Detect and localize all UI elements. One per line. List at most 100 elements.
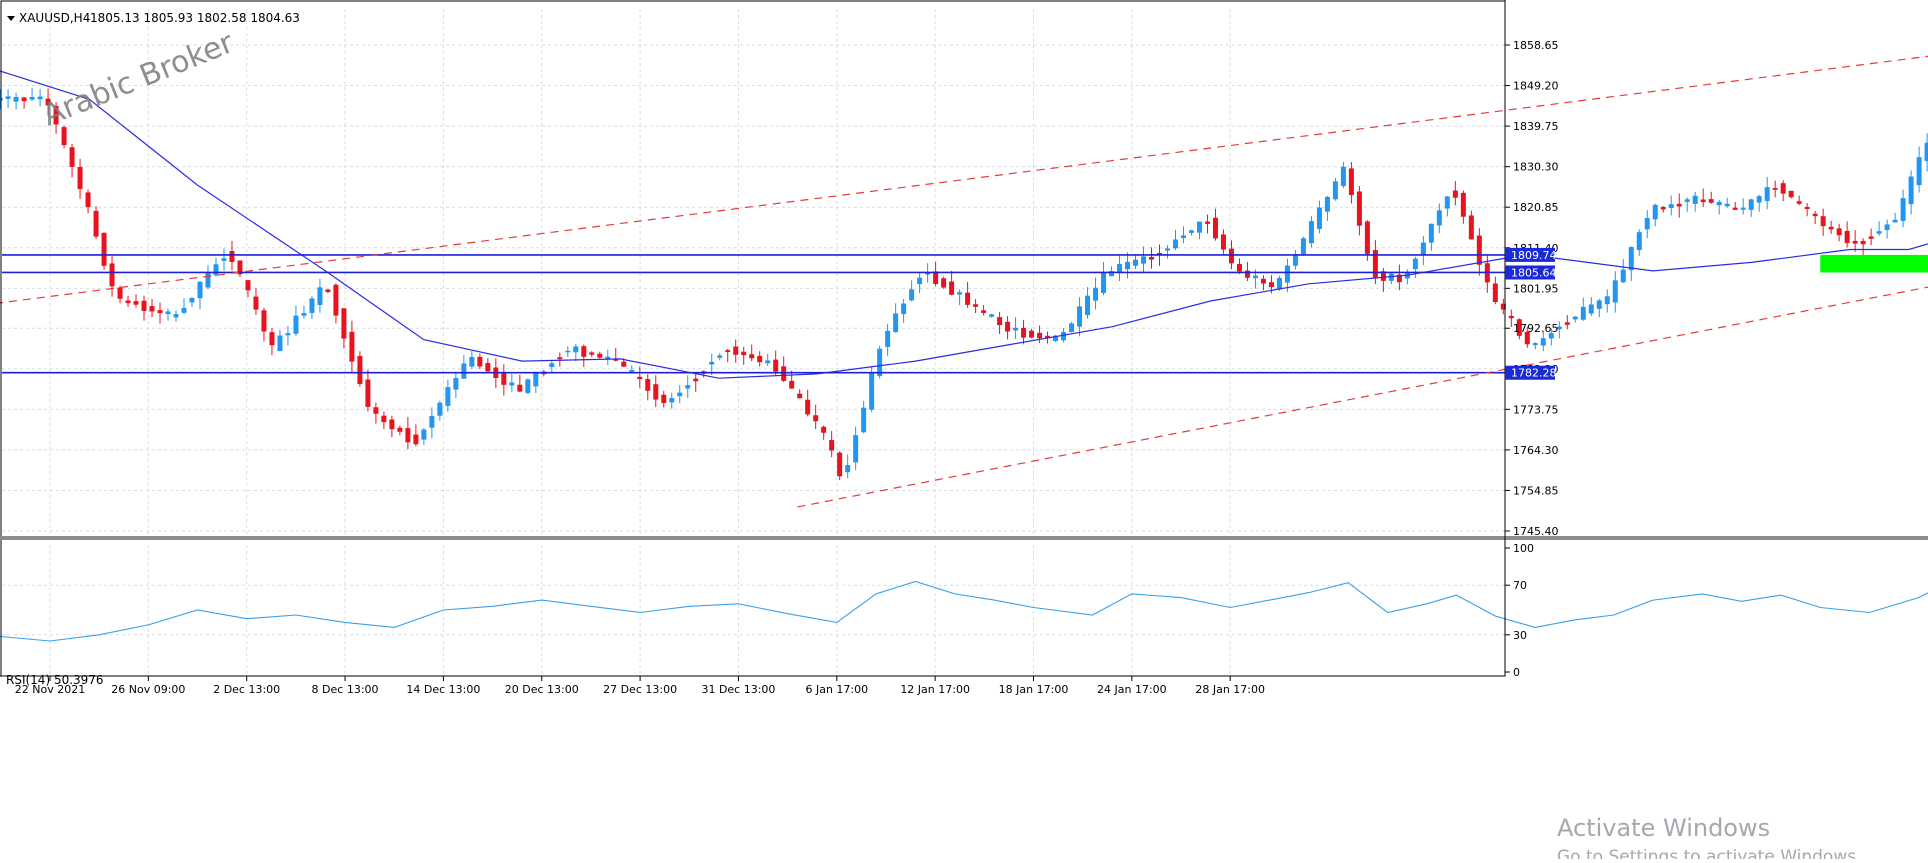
- candle-body-up: [1724, 203, 1730, 207]
- candle-body-down: [77, 166, 83, 189]
- candle-body-down: [1836, 228, 1842, 236]
- candle-body-up: [629, 369, 635, 372]
- candle-body-up: [1316, 207, 1322, 229]
- candle-body-up: [957, 292, 963, 295]
- candle-body-up: [13, 96, 19, 102]
- candle-body-up: [1125, 261, 1131, 270]
- y-tick-label: 1764.30: [1513, 444, 1559, 457]
- price-label-text: 1805.64: [1511, 266, 1557, 279]
- candle-body-down: [85, 192, 91, 207]
- candle-body-down: [389, 419, 395, 430]
- candle-body-down: [501, 371, 507, 385]
- candle-body-down: [1844, 230, 1850, 244]
- candle-body-down: [1828, 226, 1834, 230]
- candle-body-down: [837, 452, 843, 477]
- x-tick-label: 26 Nov 09:00: [111, 683, 185, 696]
- activation-subtitle: Go to Settings to activate Windows.: [1557, 847, 1862, 859]
- candle-body-up: [181, 307, 187, 313]
- candle-body-up: [429, 416, 435, 428]
- candle-body-up: [1252, 275, 1258, 279]
- candle-body-up: [213, 264, 219, 276]
- candle-body-down: [1356, 191, 1362, 226]
- candle-body-down: [117, 287, 123, 299]
- candle-body-up: [221, 258, 227, 261]
- candle-body-up: [1300, 238, 1306, 255]
- candle-body-up: [173, 314, 179, 318]
- y-tick-label: 1858.65: [1513, 39, 1559, 52]
- candle-body-down: [261, 310, 267, 332]
- trading-chart[interactable]: 1858.651849.201839.751830.301820.851811.…: [0, 0, 1928, 863]
- candle-body-down: [1788, 190, 1794, 198]
- candle-body-up: [189, 297, 195, 303]
- candle-body-up: [1636, 232, 1642, 251]
- candle-body-up: [1572, 316, 1578, 320]
- pane-separator: [0, 536, 1928, 540]
- chart-canvas[interactable]: 1858.651849.201839.751830.301820.851811.…: [0, 0, 1928, 863]
- candle-body-up: [205, 272, 211, 288]
- candle-body-down: [405, 428, 411, 443]
- candle-body-down: [1700, 199, 1706, 203]
- candle-body-down: [1772, 188, 1778, 190]
- candle-body-up: [845, 465, 851, 473]
- candle-body-down: [805, 399, 811, 415]
- candle-body-down: [413, 434, 419, 445]
- candle-body-down: [1244, 270, 1250, 278]
- candle-body-down: [1660, 207, 1666, 210]
- candle-body-down: [1212, 217, 1218, 239]
- candle-body-up: [1620, 269, 1626, 283]
- candle-body-down: [1348, 168, 1354, 196]
- candle-body-down: [1780, 183, 1786, 194]
- candle-body-up: [5, 96, 11, 99]
- candle-body-down: [1452, 190, 1458, 198]
- supply-zone[interactable]: [1820, 254, 1928, 273]
- x-tick-label: 28 Jan 17:00: [1195, 683, 1265, 696]
- candle-body-up: [853, 435, 859, 463]
- candle-body-up: [1196, 221, 1202, 233]
- candle-body-down: [1228, 248, 1234, 264]
- candle-body-down: [1468, 215, 1474, 240]
- candle-body-down: [381, 415, 387, 423]
- rsi-y-tick-label: 30: [1513, 629, 1527, 642]
- candle-body-down: [349, 331, 355, 362]
- candle-body-down: [973, 304, 979, 307]
- y-tick-label: 1745.40: [1513, 525, 1559, 538]
- candle-body-down: [21, 97, 27, 102]
- candle-body-down: [637, 376, 643, 380]
- candle-body-down: [61, 127, 67, 146]
- y-tick-label: 1754.85: [1513, 484, 1559, 497]
- candle-body-down: [93, 210, 99, 237]
- x-tick-label: 8 Dec 13:00: [312, 683, 379, 696]
- candle-body-down: [397, 427, 403, 432]
- candle-body-up: [605, 356, 611, 359]
- x-tick-label: 12 Jan 17:00: [900, 683, 970, 696]
- candle-body-up: [1892, 219, 1898, 223]
- candle-body-down: [1476, 235, 1482, 265]
- candle-body-up: [437, 402, 443, 416]
- candle-body-up: [917, 277, 923, 285]
- candle-body-down: [597, 353, 603, 358]
- candle-body-up: [885, 330, 891, 347]
- candle-body-down: [1037, 332, 1043, 339]
- candle-body-up: [1748, 199, 1754, 210]
- candle-body-down: [69, 147, 75, 167]
- candle-body-up: [317, 287, 323, 305]
- candle-body-up: [461, 363, 467, 379]
- candle-body-up: [1412, 258, 1418, 270]
- candle-body-down: [1492, 283, 1498, 303]
- candle-body-down: [1029, 330, 1035, 338]
- candle-body-up: [1628, 246, 1634, 271]
- y-tick-label: 1830.30: [1513, 161, 1559, 174]
- candle-body-up: [1085, 295, 1091, 316]
- candle-body-up: [197, 281, 203, 299]
- candle-body-down: [813, 415, 819, 422]
- candle-body-down: [1852, 240, 1858, 244]
- candle-body-down: [357, 355, 363, 384]
- candle-body-up: [1740, 207, 1746, 210]
- candle-body-up: [1540, 338, 1546, 346]
- candle-body-down: [1796, 201, 1802, 204]
- candle-body-up: [861, 407, 867, 433]
- candle-body-down: [101, 232, 107, 266]
- candle-body-up: [685, 385, 691, 389]
- candle-body-up: [453, 378, 459, 390]
- candle-body-down: [149, 306, 155, 312]
